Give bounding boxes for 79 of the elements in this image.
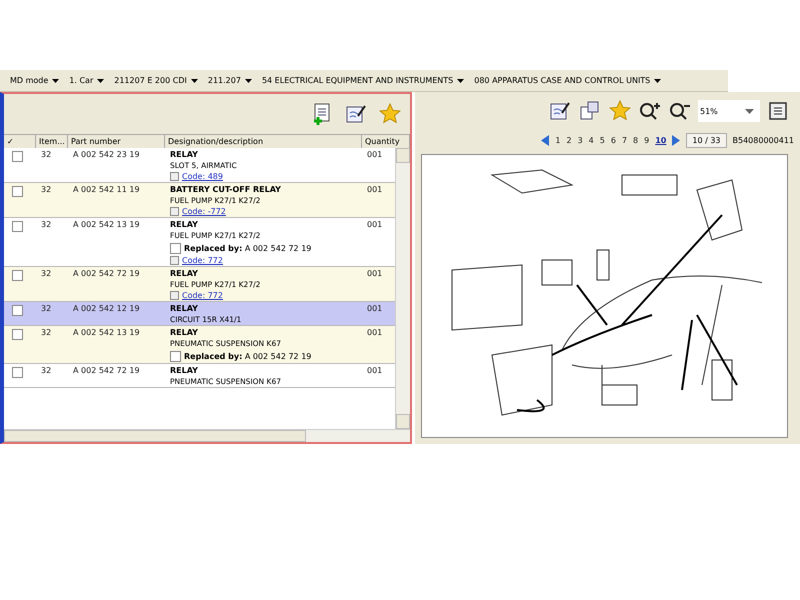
code-link[interactable]: Code: 489 — [182, 172, 223, 181]
part-title: BATTERY CUT-OFF RELAY — [170, 185, 282, 194]
breadcrumb-item[interactable]: 080 APPARATUS CASE AND CONTROL UNITS — [474, 76, 662, 85]
item-number: 32 — [40, 269, 52, 280]
next-page-icon[interactable] — [672, 134, 680, 146]
document-icon — [170, 172, 179, 181]
replaced-by-text: Replaced by: A 002 542 72 19 — [184, 244, 312, 252]
quantity: 001 — [366, 304, 384, 315]
breadcrumb-item[interactable]: 211.207 — [208, 76, 252, 85]
star-icon[interactable] — [608, 99, 632, 123]
page-link[interactable]: 4 — [588, 136, 594, 144]
star-icon[interactable] — [378, 102, 402, 126]
quantity: 001 — [366, 328, 384, 339]
part-title: RELAY — [170, 304, 199, 313]
quantity: 001 — [366, 150, 384, 161]
part-number: A 002 542 72 19 — [72, 366, 141, 377]
caret-icon — [457, 78, 464, 82]
checkbox[interactable] — [12, 367, 23, 378]
document-icon — [170, 291, 179, 300]
page-link[interactable]: 9 — [644, 136, 650, 144]
replaced-by-text: Replaced by: A 002 542 72 19 — [184, 352, 312, 360]
page-link[interactable]: 7 — [622, 136, 628, 144]
checkbox[interactable] — [12, 329, 23, 340]
drawing-code: B54080000411 — [732, 136, 794, 144]
page-link[interactable]: 5 — [600, 136, 605, 144]
caret-icon — [654, 78, 662, 82]
page-link[interactable]: 6 — [610, 136, 616, 144]
caret-icon — [745, 108, 754, 114]
breadcrumb-item[interactable]: 1. Car — [69, 76, 104, 85]
breadcrumb-item[interactable]: MD mode — [10, 76, 60, 85]
previous-page-icon[interactable] — [541, 134, 550, 146]
part-number: A 002 542 11 19 — [72, 185, 141, 196]
part-number: A 002 542 13 19 — [72, 328, 141, 339]
checkbox[interactable] — [170, 243, 181, 254]
item-number: 32 — [40, 304, 52, 315]
page-link[interactable]: 1 — [555, 136, 560, 144]
item-number: 32 — [40, 220, 52, 231]
item-number: 32 — [40, 150, 52, 161]
caret-icon — [190, 78, 198, 82]
page-field[interactable]: 10 / 33 — [686, 132, 727, 148]
caret-icon — [97, 78, 104, 82]
quantity: 001 — [366, 220, 384, 231]
document-icon — [170, 256, 179, 265]
page-link[interactable]: 3 — [578, 136, 583, 144]
page-link[interactable]: 2 — [566, 136, 572, 144]
code-link[interactable]: Code: -772 — [182, 207, 226, 216]
document-icon — [170, 207, 179, 216]
checkbox[interactable] — [12, 270, 23, 281]
part-number: A 002 542 72 19 — [72, 269, 141, 280]
item-number: 32 — [40, 328, 52, 339]
item-number: 32 — [40, 366, 52, 377]
page-link[interactable]: 10 — [655, 136, 666, 144]
page-link[interactable]: 8 — [633, 136, 638, 144]
checkbox[interactable] — [12, 305, 23, 316]
quantity: 001 — [366, 269, 384, 280]
part-title: RELAY — [170, 150, 199, 159]
part-title: RELAY — [170, 220, 199, 229]
part-title: RELAY — [170, 269, 199, 278]
vertical-scrollbar[interactable] — [395, 148, 410, 429]
breadcrumb-item[interactable]: 211207 E 200 CDI — [114, 76, 198, 85]
checkbox[interactable] — [12, 221, 23, 232]
item-number: 32 — [40, 185, 52, 196]
breadcrumb-item[interactable]: 54 ELECTRICAL EQUIPMENT AND INSTRUMENTS — [262, 76, 464, 85]
code-link[interactable]: Code: 772 — [182, 256, 223, 265]
checkbox[interactable] — [12, 151, 23, 162]
checkbox[interactable] — [170, 351, 181, 362]
quantity: 001 — [366, 185, 384, 196]
part-number: A 002 542 23 19 — [72, 150, 141, 161]
caret-icon — [52, 78, 60, 82]
part-number: A 002 542 12 19 — [72, 304, 141, 315]
horizontal-scrollbar[interactable] — [4, 429, 410, 442]
quantity: 001 — [366, 366, 384, 377]
part-title: RELAY — [170, 328, 199, 337]
checkbox[interactable] — [12, 186, 23, 197]
zoom-dropdown[interactable]: 51% — [698, 100, 760, 122]
part-title: RELAY — [170, 366, 199, 375]
caret-icon — [244, 78, 252, 82]
code-link[interactable]: Code: 772 — [182, 291, 223, 300]
part-number: A 002 542 13 19 — [72, 220, 141, 231]
